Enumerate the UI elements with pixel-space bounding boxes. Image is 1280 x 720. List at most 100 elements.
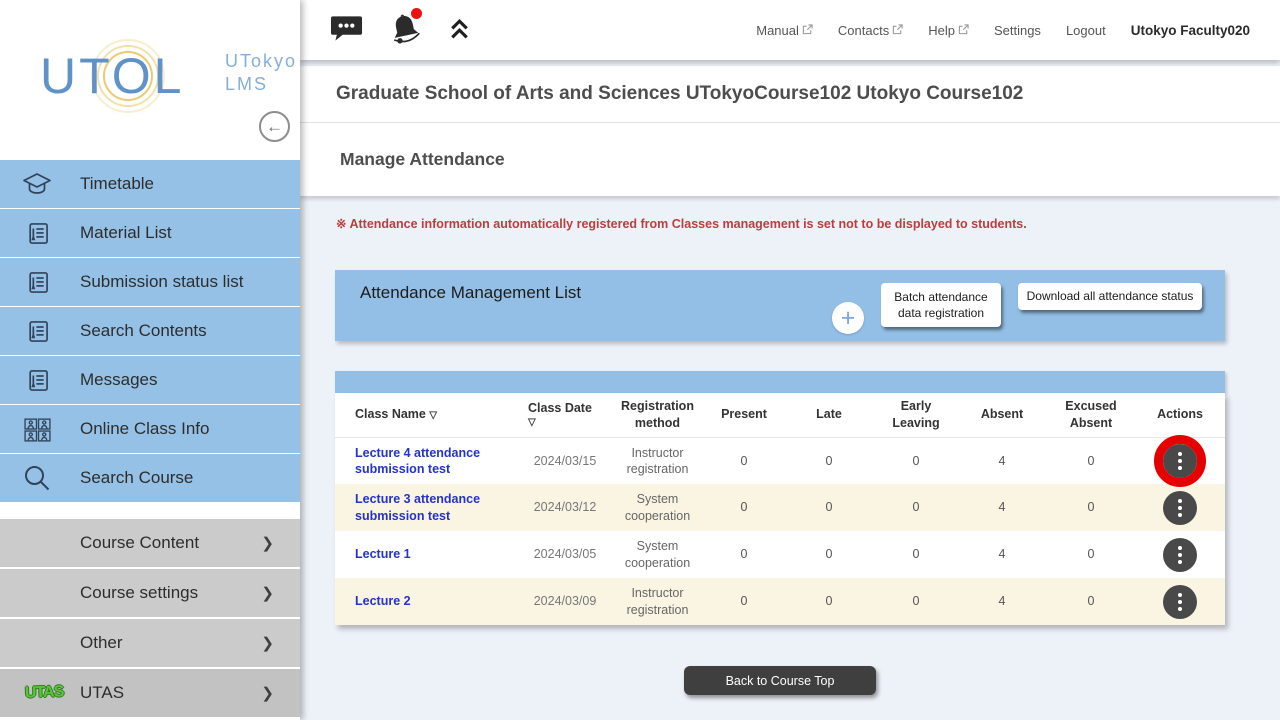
class-date: 2024/03/15 xyxy=(520,437,610,484)
sidebar-item-label: Search Course xyxy=(80,468,193,488)
sidebar-menu: Timetable Material List Submission statu… xyxy=(0,160,300,719)
nav-link-contacts[interactable]: Contacts xyxy=(838,23,903,38)
external-link-icon xyxy=(958,23,969,38)
sidebar-item-material-list[interactable]: Material List xyxy=(0,209,300,257)
table-row: Lecture 4 attendance submission test 202… xyxy=(335,437,1225,484)
sidebar-item-online-class-info[interactable]: Online Class Info xyxy=(0,405,300,453)
messages-button[interactable] xyxy=(330,15,363,45)
plus-icon: + xyxy=(841,304,856,332)
sidebar-group: Course Content ❯ Course settings ❯ Other… xyxy=(0,519,300,717)
present-count: 0 xyxy=(705,578,783,625)
sidebar-item-utas[interactable]: UTAS UTAS ❯ xyxy=(0,669,300,717)
logo-area: UTOL UTokyo LMS ← xyxy=(0,0,300,160)
batch-registration-button[interactable]: Batch attendance data registration xyxy=(881,283,1001,327)
clipboard-icon xyxy=(19,367,55,394)
external-link-icon xyxy=(892,23,903,38)
sidebar-item-label: Search Contents xyxy=(80,321,207,341)
logo-text: UTOL xyxy=(40,48,184,104)
notifications-button[interactable] xyxy=(389,12,421,48)
excused-absent-count: 0 xyxy=(1047,578,1135,625)
kebab-icon xyxy=(1178,546,1182,550)
actions-menu-button[interactable] xyxy=(1163,444,1197,478)
clipboard-icon xyxy=(19,318,55,345)
sort-icon: ▽ xyxy=(429,410,437,421)
sidebar-item-label: Messages xyxy=(80,370,157,390)
table-row: Lecture 2 2024/03/09 Instructor registra… xyxy=(335,578,1225,625)
sidebar-item-label: Submission status list xyxy=(80,272,243,292)
class-name-link[interactable]: Lecture 1 xyxy=(355,547,411,561)
column-header-class-date[interactable]: Class Date▽ xyxy=(520,393,610,437)
download-all-button[interactable]: Download all attendance status xyxy=(1018,283,1202,310)
class-name-link[interactable]: Lecture 3 attendance submission test xyxy=(355,492,480,522)
people-grid-icon xyxy=(19,417,55,442)
user-name: Utokyo Faculty020 xyxy=(1131,23,1250,38)
registration-method: Instructor registration xyxy=(610,437,705,484)
attendance-table: Class Name ▽ Class Date▽ Registration me… xyxy=(335,393,1225,625)
registration-method: System cooperation xyxy=(610,531,705,578)
column-header-actions: Actions xyxy=(1135,393,1225,437)
sidebar-item-label: UTAS xyxy=(80,683,124,703)
collapse-topbar-button[interactable] xyxy=(447,17,472,44)
sidebar-item-submission-status-list[interactable]: Submission status list xyxy=(0,258,300,306)
collapse-sidebar-button[interactable]: ← xyxy=(259,111,290,142)
back-to-course-top-button[interactable]: Back to Course Top xyxy=(684,666,876,695)
sidebar-item-search-contents[interactable]: Search Contents xyxy=(0,307,300,355)
column-header-present: Present xyxy=(705,393,783,437)
logo-subtitle: UTokyo LMS xyxy=(225,50,297,97)
class-name-link[interactable]: Lecture 4 attendance submission test xyxy=(355,446,480,476)
arrow-left-icon: ← xyxy=(266,117,283,136)
column-header-absent: Absent xyxy=(957,393,1047,437)
sidebar-item-label: Timetable xyxy=(80,174,154,194)
graduation-cap-icon xyxy=(19,171,55,197)
column-header-early-leaving: Early Leaving xyxy=(875,393,957,437)
topbar-links: Manual Contacts Help Settings Logout Uto… xyxy=(756,23,1250,38)
late-count: 0 xyxy=(783,484,875,531)
sidebar-item-messages[interactable]: Messages xyxy=(0,356,300,404)
external-link-icon xyxy=(802,23,813,38)
column-header-excused-absent: Excused Absent xyxy=(1047,393,1135,437)
sidebar-item-course-content[interactable]: Course Content ❯ xyxy=(0,519,300,567)
utas-logo-icon: UTAS xyxy=(25,683,64,702)
nav-link-settings[interactable]: Settings xyxy=(994,23,1041,38)
add-attendance-button[interactable]: + xyxy=(832,302,864,334)
sidebar-item-other[interactable]: Other ❯ xyxy=(0,619,300,667)
clipboard-icon xyxy=(19,269,55,296)
sidebar-item-search-course[interactable]: Search Course xyxy=(0,454,300,502)
actions-menu-button[interactable] xyxy=(1163,538,1197,572)
registration-method: System cooperation xyxy=(610,484,705,531)
absent-count: 4 xyxy=(957,578,1047,625)
chat-bubble-icon xyxy=(330,15,363,45)
sidebar-item-label: Course settings xyxy=(80,583,198,603)
kebab-icon xyxy=(1178,593,1182,597)
kebab-icon xyxy=(1178,452,1182,456)
actions-menu-button[interactable] xyxy=(1163,585,1197,619)
panel-title: Attendance Management List xyxy=(360,283,581,303)
sidebar-item-label: Material List xyxy=(80,223,172,243)
actions-menu-button[interactable] xyxy=(1163,491,1197,525)
class-date: 2024/03/05 xyxy=(520,531,610,578)
present-count: 0 xyxy=(705,484,783,531)
chevron-right-icon: ❯ xyxy=(261,684,274,702)
sidebar-item-label: Online Class Info xyxy=(80,419,209,439)
column-header-class-name[interactable]: Class Name ▽ xyxy=(335,393,520,437)
sort-icon: ▽ xyxy=(528,416,606,430)
present-count: 0 xyxy=(705,531,783,578)
early-leaving-count: 0 xyxy=(875,437,957,484)
course-title: Graduate School of Arts and Sciences UTo… xyxy=(300,66,1280,123)
absent-count: 4 xyxy=(957,437,1047,484)
excused-absent-count: 0 xyxy=(1047,437,1135,484)
nav-link-manual[interactable]: Manual xyxy=(756,23,813,38)
nav-link-logout[interactable]: Logout xyxy=(1066,23,1106,38)
class-name-link[interactable]: Lecture 2 xyxy=(355,594,411,608)
notification-badge xyxy=(411,8,422,19)
table-header-row: Class Name ▽ Class Date▽ Registration me… xyxy=(335,393,1225,437)
chevron-right-icon: ❯ xyxy=(261,584,274,602)
sidebar-item-course-settings[interactable]: Course settings ❯ xyxy=(0,569,300,617)
late-count: 0 xyxy=(783,437,875,484)
sidebar: UTOL UTokyo LMS ← Timetable Material Lis… xyxy=(0,0,300,720)
excused-absent-count: 0 xyxy=(1047,531,1135,578)
column-header-late: Late xyxy=(783,393,875,437)
early-leaving-count: 0 xyxy=(875,578,957,625)
nav-link-help[interactable]: Help xyxy=(928,23,969,38)
sidebar-item-timetable[interactable]: Timetable xyxy=(0,160,300,208)
